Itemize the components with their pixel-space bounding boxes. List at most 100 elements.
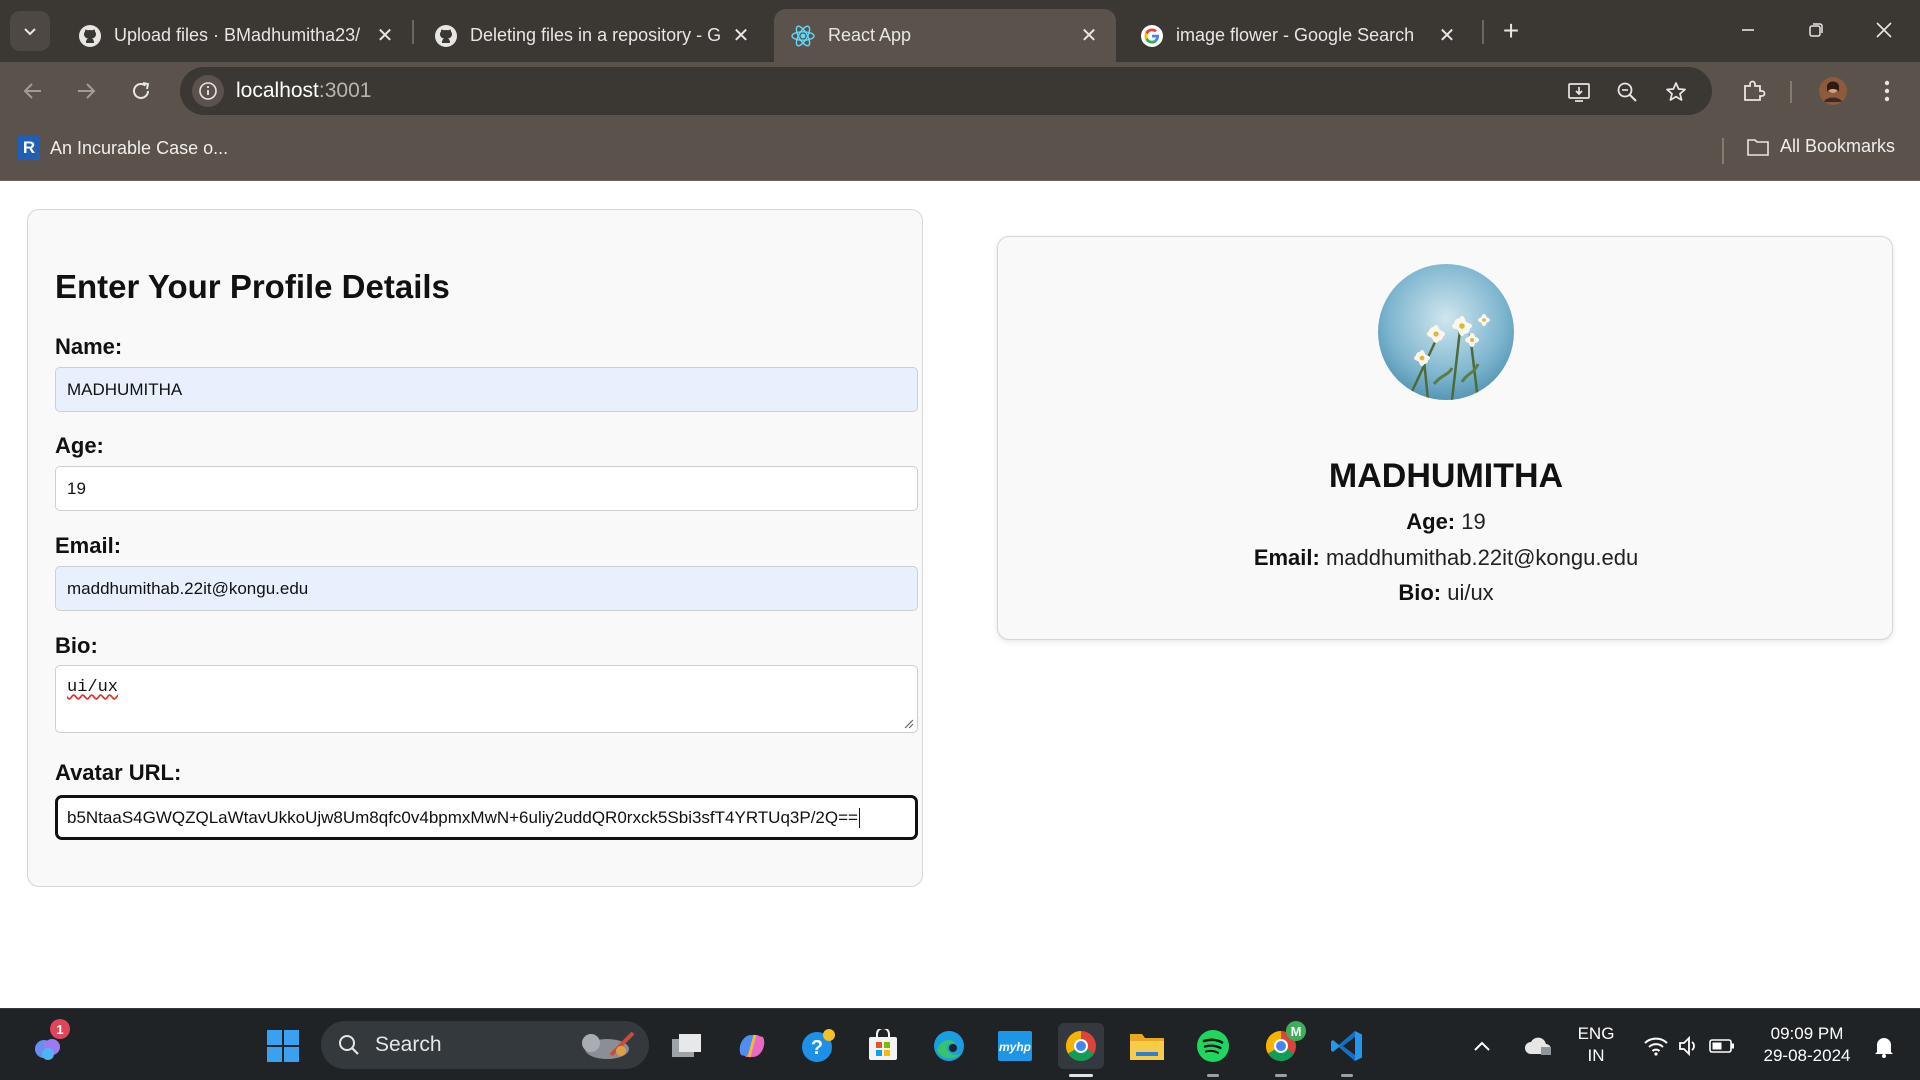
age-input[interactable]: 19 [55,466,918,511]
spotify-icon [1197,1030,1229,1062]
folder-icon [1130,1034,1164,1060]
reload-icon [133,82,150,99]
search-icon [339,1035,359,1055]
profile-age-label: Age: [1406,509,1456,534]
site-info-button[interactable] [192,75,224,107]
name-input[interactable]: MADHUMITHA [55,367,918,412]
puzzle-icon [1744,80,1766,101]
address-bar[interactable]: localhost:3001 [180,67,1712,115]
chrome-profile-button[interactable]: M [1258,1021,1306,1077]
clock[interactable]: 09:09 PM 29-08-2024 [1752,1023,1862,1067]
zoom-icon [1617,82,1637,102]
profile-preview-card: MADHUMITHA Age: 19 Email: maddhumithab.2… [997,236,1893,640]
copilot-button[interactable] [729,1023,775,1069]
windows-taskbar: 1 Search ? myhp M ENG IN 09:09 PM 29-08-… [0,1008,1920,1080]
vscode-button[interactable] [1324,1023,1370,1077]
close-tab-icon[interactable]: ✕ [1078,25,1100,47]
close-tab-icon[interactable]: ✕ [374,25,396,47]
forward-button[interactable] [67,72,105,110]
running-indicator [1275,1074,1287,1077]
language-code: ENG [1577,1024,1615,1043]
microsoft-store-button[interactable] [860,1023,906,1069]
tab-strip: Upload files · BMadhumitha23/ ✕ Deleting… [0,0,1920,62]
svg-text:myhp: myhp [999,1040,1031,1054]
taskbar-search-label: Search [375,1033,442,1056]
restore-button[interactable] [1796,12,1836,48]
more-vertical-icon [1884,80,1890,102]
profile-email-label: Email: [1253,545,1320,570]
file-explorer-button[interactable] [1124,1023,1170,1069]
start-button[interactable] [260,1023,306,1069]
show-hidden-icons-button[interactable] [1467,1023,1497,1069]
help-button[interactable]: ? [795,1023,841,1069]
myhp-icon: myhp [998,1031,1032,1061]
task-view-button[interactable] [664,1023,710,1069]
install-app-button[interactable] [1564,77,1594,107]
notifications-button[interactable] [1866,1023,1902,1069]
minimize-icon [1742,29,1754,31]
profile-bio: Bio: ui/ux [998,580,1894,606]
edge-button[interactable] [926,1023,972,1069]
minimize-button[interactable] [1728,12,1768,48]
close-tab-icon[interactable]: ✕ [1436,25,1458,47]
battery-icon [1709,1039,1734,1053]
close-window-button[interactable] [1864,12,1904,48]
volume-icon [1679,1035,1695,1057]
tab-react-app[interactable]: React App ✕ [774,9,1116,62]
running-indicator [1341,1074,1353,1077]
all-bookmarks-label: All Bookmarks [1780,136,1896,156]
chrome-button[interactable] [1058,1023,1104,1077]
bookmark-star-button[interactable] [1661,77,1691,107]
copilot-widget-button[interactable]: 1 [26,1019,72,1069]
profile-bio-label: Bio: [1398,580,1442,605]
resize-grip-icon[interactable] [902,717,914,729]
bio-textarea[interactable]: ui/ux [55,665,918,733]
tab-title: Deleting files in a repository - G [470,25,722,45]
avatar-url-input[interactable]: b5NtaaS4GWQZQLaWtavUkkoUjw8Um8qfc0v4bpmx… [55,795,918,840]
bookmark-favicon: R [18,136,40,160]
chrome-icon [1065,1031,1096,1062]
url-port: :3001 [318,79,372,102]
clock-time: 09:09 PM [1770,1024,1844,1043]
tab-deleting-files[interactable]: Deleting files in a repository - G ✕ [418,9,768,62]
bookmarks-bar: R An Incurable Case o... All Bookmarks [0,120,1920,181]
search-highlight-icon [582,1031,635,1059]
install-icon [1568,83,1590,102]
tab-title: Upload files · BMadhumitha23/ [114,25,361,45]
profile-name: MADHUMITHA [1328,457,1564,495]
taskbar-search[interactable]: Search [321,1021,649,1069]
cloud-icon [1525,1037,1551,1055]
myhp-button[interactable]: myhp [992,1023,1038,1069]
avatar [1378,264,1514,400]
all-bookmarks-button[interactable]: All Bookmarks [1746,136,1895,157]
spotify-button[interactable] [1190,1023,1236,1077]
star-icon [1666,82,1686,101]
active-indicator [1069,1074,1093,1077]
new-tab-button[interactable]: + [1494,14,1528,48]
close-tab-icon[interactable]: ✕ [730,25,752,47]
reload-button[interactable] [122,72,160,110]
windows-logo-icon [267,1030,299,1062]
tab-search-button[interactable] [10,11,50,51]
bio-text: ui/ux [67,678,119,697]
email-input[interactable]: maddhumithab.22it@kongu.edu [55,566,918,611]
profile-avatar-button[interactable] [1816,74,1850,108]
github-icon [435,24,457,47]
browser-menu-button[interactable] [1870,74,1904,108]
running-indicator [1207,1074,1219,1077]
bookmark-item[interactable]: R An Incurable Case o... [18,136,228,160]
zoom-button[interactable] [1612,77,1642,107]
input-language[interactable]: ENG IN [1572,1023,1620,1067]
back-button[interactable] [14,72,52,110]
profile-avatar-icon [1819,77,1847,105]
region-code: IN [1587,1046,1605,1065]
avatar-url-label: Avatar URL: [55,760,182,785]
github-icon [79,24,101,47]
restore-icon [1809,23,1823,37]
tab-image-flower[interactable]: image flower - Google Search ✕ [1124,9,1474,62]
tab-upload-files[interactable]: Upload files · BMadhumitha23/ ✕ [62,9,412,62]
onedrive-button[interactable] [1518,1023,1558,1069]
extensions-button[interactable] [1736,74,1770,108]
quick-settings-button[interactable] [1634,1023,1744,1069]
profile-age: Age: 19 [998,509,1894,535]
